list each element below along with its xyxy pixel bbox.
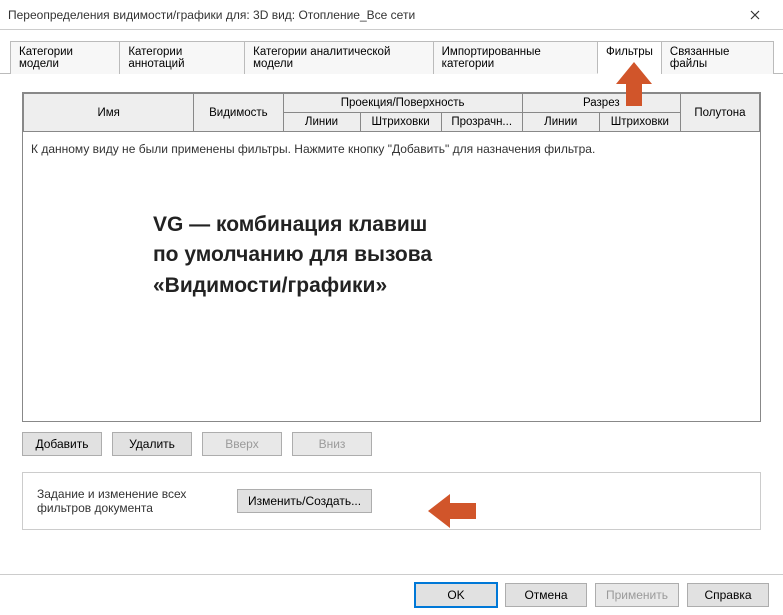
filters-grid: Имя Видимость Проекция/Поверхность Разре… (22, 92, 761, 422)
dialog-footer: OK Отмена Применить Справка (0, 574, 783, 615)
col-name[interactable]: Имя (24, 94, 194, 132)
col-proj-lines[interactable]: Линии (283, 113, 360, 132)
edit-filters-label: Задание и изменение всех фильтров докуме… (37, 487, 217, 515)
edit-filters-panel: Задание и изменение всех фильтров докуме… (22, 472, 761, 530)
add-button[interactable]: Добавить (22, 432, 102, 456)
overlay-line-2: по умолчанию для вызова (153, 240, 432, 270)
tab-content: Имя Видимость Проекция/Поверхность Разре… (0, 74, 783, 540)
col-halftone[interactable]: Полутона (680, 94, 759, 132)
col-visibility[interactable]: Видимость (194, 94, 283, 132)
grid-header: Имя Видимость Проекция/Поверхность Разре… (23, 93, 760, 132)
col-cut-patterns[interactable]: Штриховки (599, 113, 680, 132)
apply-button[interactable]: Применить (595, 583, 679, 607)
annotation-overlay-text: VG — комбинация клавиш по умолчанию для … (153, 210, 432, 301)
tab-filters[interactable]: Фильтры (597, 41, 662, 74)
tabstrip: Категории модели Категории аннотаций Кат… (0, 30, 783, 74)
close-button[interactable] (735, 1, 775, 29)
remove-button[interactable]: Удалить (112, 432, 192, 456)
titlebar: Переопределения видимости/графики для: 3… (0, 0, 783, 30)
col-cut-lines[interactable]: Линии (522, 113, 599, 132)
col-projection-group[interactable]: Проекция/Поверхность (283, 94, 522, 113)
grid-empty-message: К данному виду не были применены фильтры… (31, 142, 595, 156)
window-title: Переопределения видимости/графики для: 3… (8, 8, 735, 22)
tab-linked-files[interactable]: Связанные файлы (661, 41, 774, 74)
tab-model-categories[interactable]: Категории модели (10, 41, 120, 74)
down-button[interactable]: Вниз (292, 432, 372, 456)
tab-analytical-categories[interactable]: Категории аналитической модели (244, 41, 434, 74)
overlay-line-1: VG — комбинация клавиш (153, 210, 432, 240)
cancel-button[interactable]: Отмена (505, 583, 587, 607)
tab-imported-categories[interactable]: Импортированные категории (433, 41, 598, 74)
edit-create-button[interactable]: Изменить/Создать... (237, 489, 372, 513)
col-proj-patterns[interactable]: Штриховки (360, 113, 441, 132)
ok-button[interactable]: OK (415, 583, 497, 607)
help-button[interactable]: Справка (687, 583, 769, 607)
grid-body: К данному виду не были применены фильтры… (23, 132, 760, 421)
col-proj-transparency[interactable]: Прозрачн... (441, 113, 522, 132)
tab-annotation-categories[interactable]: Категории аннотаций (119, 41, 245, 74)
col-cut-group[interactable]: Разрез (522, 94, 680, 113)
up-button[interactable]: Вверх (202, 432, 282, 456)
overlay-line-3: «Видимости/графики» (153, 271, 432, 301)
close-icon (750, 10, 760, 20)
grid-button-row: Добавить Удалить Вверх Вниз (22, 432, 761, 456)
